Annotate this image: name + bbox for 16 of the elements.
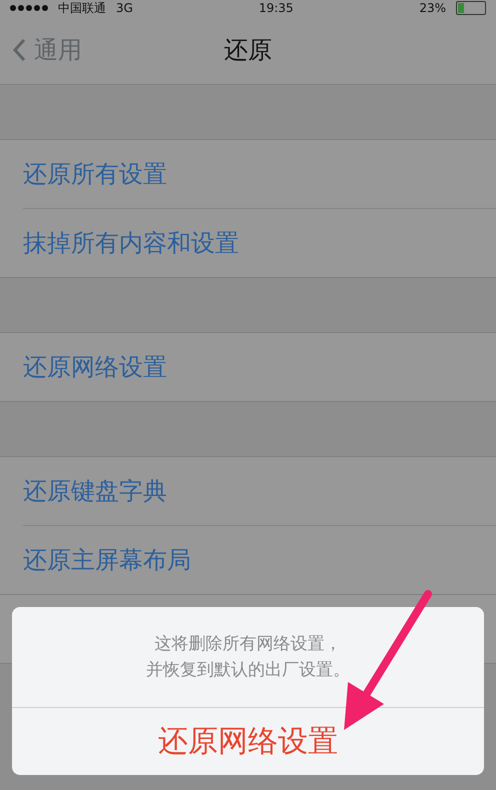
settings-row[interactable]: 还原主屏幕布局 [23, 526, 496, 594]
battery-percent: 23% [419, 1, 446, 15]
settings-row[interactable]: 还原所有设置 [23, 140, 496, 209]
battery-icon [456, 1, 486, 15]
signal-icon [10, 5, 48, 11]
chevron-left-icon [12, 38, 26, 62]
settings-row[interactable]: 抹掉所有内容和设置 [23, 209, 496, 277]
settings-row[interactable]: 还原键盘字典 [23, 457, 496, 526]
reset-network-button[interactable]: 还原网络设置 [12, 708, 484, 775]
sheet-message: 并恢复到默认的出厂设置。 [146, 659, 350, 682]
carrier-name: 中国联通 [58, 0, 106, 16]
network-type: 3G [116, 1, 133, 15]
nav-title: 还原 [224, 35, 272, 66]
status-time: 19:35 [258, 1, 294, 15]
back-button[interactable]: 通用 [0, 34, 94, 66]
sheet-message: 这将删除所有网络设置， [154, 633, 342, 656]
